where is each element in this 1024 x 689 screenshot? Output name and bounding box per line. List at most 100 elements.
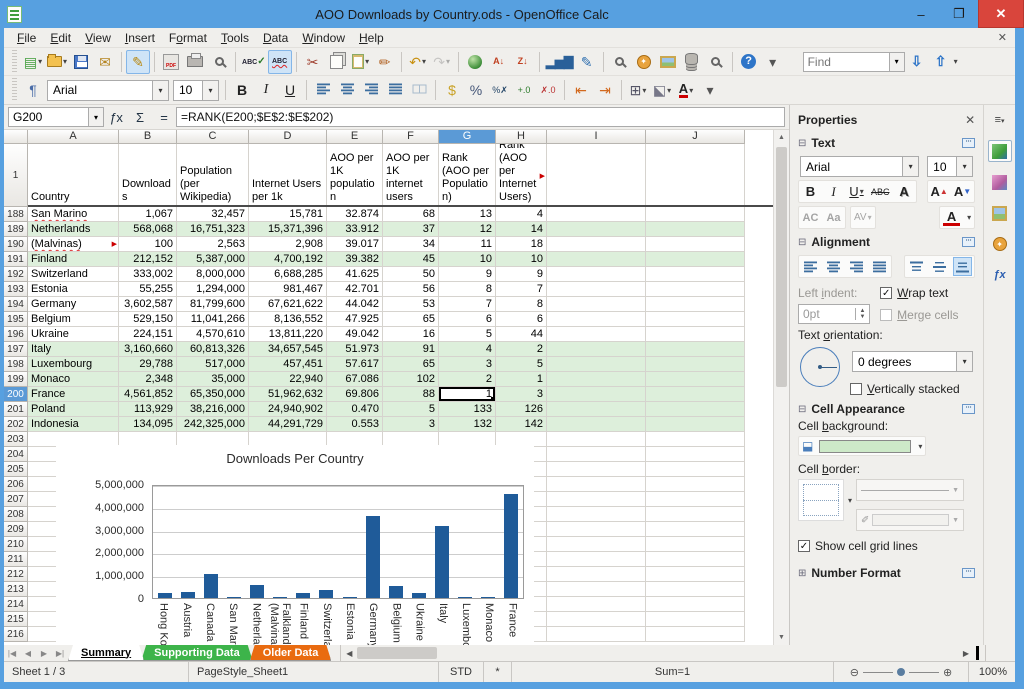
print-button[interactable] — [183, 50, 207, 74]
cell[interactable]: 24,940,902 — [249, 402, 327, 417]
menu-window[interactable]: Window — [295, 29, 352, 47]
font-size-combo[interactable]: 10 ▾ — [173, 79, 219, 101]
find-dropdown-icon[interactable]: ▾ — [888, 51, 905, 72]
cell[interactable] — [547, 372, 646, 387]
row-header-215[interactable]: 215 — [4, 612, 28, 627]
sum-display[interactable]: Sum=1 — [512, 662, 834, 682]
cell[interactable]: 3,602,587 — [119, 297, 177, 312]
row-header-214[interactable]: 214 — [4, 597, 28, 612]
cell[interactable] — [547, 627, 646, 642]
column-header-H[interactable]: H — [496, 130, 547, 144]
dropdown-icon[interactable]: ▾ — [202, 80, 218, 100]
cell[interactable]: Rank (AOO per Internet Users) ▶ — [496, 144, 547, 205]
cell[interactable] — [547, 144, 646, 205]
cell[interactable]: AOO per 1K population — [327, 144, 383, 205]
cell[interactable]: 69.806 — [327, 387, 383, 402]
cell[interactable]: 1,294,000 — [177, 282, 249, 297]
cell[interactable]: 37 — [383, 222, 439, 237]
cell[interactable]: 65,350,000 — [177, 387, 249, 402]
cell[interactable]: 13,811,220 — [249, 327, 327, 342]
row-header-192[interactable]: 192 — [4, 267, 28, 282]
column-header-B[interactable]: B — [119, 130, 177, 144]
cell[interactable]: 333,002 — [119, 267, 177, 282]
cell[interactable]: 34,657,545 — [249, 342, 327, 357]
cell[interactable]: Indonesia — [28, 417, 119, 432]
cell[interactable]: 133 — [439, 402, 496, 417]
cell[interactable]: 55,255 — [119, 282, 177, 297]
row-header-212[interactable]: 212 — [4, 567, 28, 582]
row-header-206[interactable]: 206 — [4, 477, 28, 492]
delete-decimal-button[interactable]: ✗.0 — [536, 78, 560, 102]
cell[interactable]: Internet Users per 1k — [249, 144, 327, 205]
menu-help[interactable]: Help — [352, 29, 391, 47]
insert-chart-button[interactable]: ▂▅▇ — [544, 50, 575, 74]
cell[interactable]: AOO per 1K internet users — [383, 144, 439, 205]
background-color-dropdown-icon[interactable]: ▾ — [918, 442, 922, 451]
align-left-button[interactable] — [311, 78, 335, 102]
currency-button[interactable]: $ — [440, 78, 464, 102]
cell[interactable]: 6 — [496, 312, 547, 327]
cell[interactable]: 42.701 — [327, 282, 383, 297]
cell[interactable] — [646, 282, 745, 297]
cell[interactable]: Population (per Wikipedia) — [177, 144, 249, 205]
cell[interactable]: 224,151 — [119, 327, 177, 342]
cell[interactable] — [646, 387, 745, 402]
cell[interactable]: 56 — [383, 282, 439, 297]
find-replace-button[interactable] — [608, 50, 632, 74]
cell[interactable]: France — [28, 387, 119, 402]
cell[interactable]: 3 — [383, 417, 439, 432]
cell[interactable] — [547, 297, 646, 312]
auto-spellcheck-button[interactable]: ABC — [267, 49, 292, 74]
cell[interactable] — [646, 597, 745, 612]
sidebar-tab-gallery[interactable] — [988, 202, 1012, 224]
cell[interactable]: Rank (AOO per Population) — [439, 144, 496, 205]
sidebar-font-name-combo[interactable]: Arial ▾ — [800, 156, 920, 177]
cell[interactable]: Germany — [28, 297, 119, 312]
cell[interactable] — [547, 402, 646, 417]
number-standard-button[interactable]: %✗ — [488, 78, 512, 102]
cell[interactable]: 10 — [439, 252, 496, 267]
column-header-E[interactable]: E — [327, 130, 383, 144]
cell[interactable] — [547, 282, 646, 297]
sidebar-tab-properties[interactable] — [987, 140, 1012, 162]
row-header-211[interactable]: 211 — [4, 552, 28, 567]
italic-button[interactable]: I — [825, 183, 842, 200]
sort-ascending-button[interactable]: A↓ — [487, 50, 511, 74]
column-header-D[interactable]: D — [249, 130, 327, 144]
cell[interactable]: 8 — [439, 282, 496, 297]
cell[interactable]: 44 — [496, 327, 547, 342]
find-options-icon[interactable]: ▾ — [954, 57, 958, 66]
text-section-header[interactable]: ⊟ Text ⋯ — [798, 133, 976, 153]
valign-top-button[interactable] — [908, 258, 925, 275]
cell[interactable]: 33.912 — [327, 222, 383, 237]
dropdown-icon[interactable]: ▾ — [152, 80, 168, 100]
toolbar-grip[interactable] — [12, 78, 17, 102]
cell[interactable]: 517,000 — [177, 357, 249, 372]
row-header-213[interactable]: 213 — [4, 582, 28, 597]
dropdown-icon[interactable]: ▾ — [956, 352, 973, 371]
cell[interactable]: Estonia — [28, 282, 119, 297]
row-header-188[interactable]: 188 — [4, 207, 28, 222]
cell[interactable]: Netherlands — [28, 222, 119, 237]
scroll-down-icon[interactable]: ▼ — [774, 630, 789, 645]
merge-cells-checkbox[interactable]: Merge cells — [880, 308, 975, 322]
row-header-203[interactable]: 203 — [4, 432, 28, 447]
row-header-216[interactable]: 216 — [4, 627, 28, 642]
cell[interactable] — [547, 477, 646, 492]
cell[interactable] — [547, 267, 646, 282]
show-grid-lines-checkbox[interactable]: ✓ Show cell grid lines — [798, 539, 975, 553]
alignment-dialog-launcher-icon[interactable]: ⋯ — [962, 237, 976, 247]
cell[interactable]: 4 — [439, 342, 496, 357]
cell[interactable]: 6,688,285 — [249, 267, 327, 282]
cell[interactable]: (Malvinas) ▶ — [28, 237, 119, 252]
row-header-191[interactable]: 191 — [4, 252, 28, 267]
borders-button[interactable]: ⊞ ▾ — [626, 78, 650, 102]
align-justify-button[interactable] — [871, 258, 888, 275]
hyperlink-button[interactable] — [463, 50, 487, 74]
cell[interactable] — [547, 492, 646, 507]
cell[interactable]: 3,160,660 — [119, 342, 177, 357]
toolbar-options-fmt-button[interactable]: ▾ — [698, 78, 722, 102]
cell[interactable]: 60,813,326 — [177, 342, 249, 357]
align-right-button[interactable] — [848, 258, 865, 275]
cell[interactable]: 14 — [496, 222, 547, 237]
